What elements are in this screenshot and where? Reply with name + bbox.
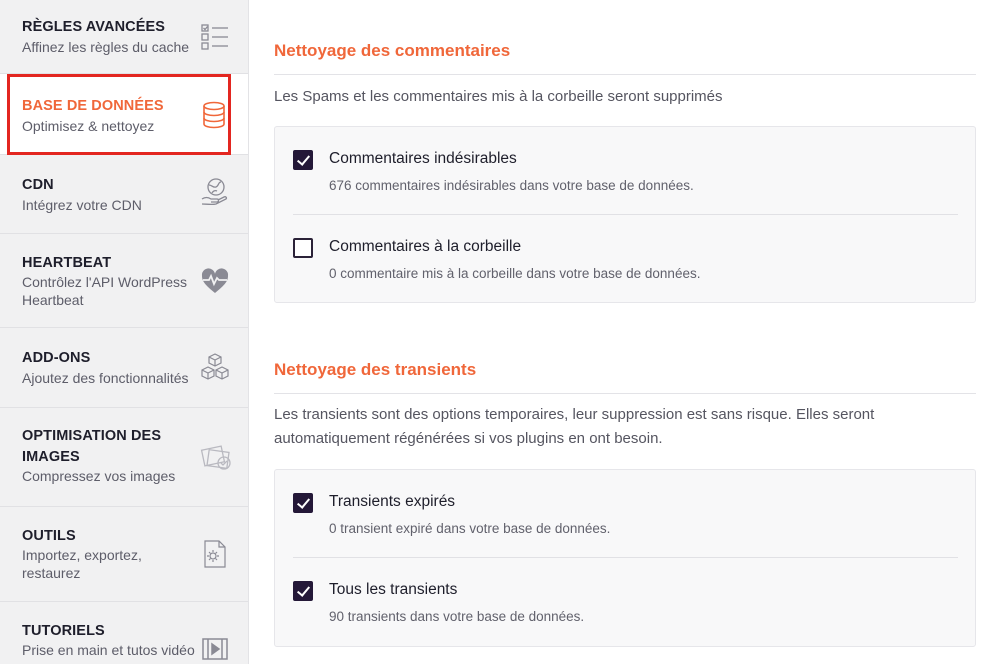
sidebar-item-subtitle: Intégrez votre CDN [22,197,142,213]
video-icon [200,636,230,664]
comments-cleanup-title: Nettoyage des commentaires [274,41,511,60]
sidebar-item-subtitle: Ajoutez des fonctionnalités [22,370,189,386]
sidebar-item-subtitle: Optimisez & nettoyez [22,118,155,134]
sidebar-item-title: TUTORIELS [22,623,105,639]
all-transients-checkbox[interactable] [293,581,313,601]
option-label: Commentaires à la corbeille [329,238,522,255]
sidebar-item-add-ons[interactable]: ADD-ONS Ajoutez des fonctionnalités [0,328,248,408]
sidebar-item-base-de-donnees[interactable]: BASE DE DONNÉES Optimisez & nettoyez [0,74,248,155]
sidebar-item-subtitle: Compressez vos images [22,468,176,484]
expired-transients-checkbox[interactable] [293,493,313,513]
option-all-transients: Tous les transients 90 transients dans v… [293,581,958,631]
section-divider [274,393,976,394]
file-gear-icon [200,539,230,569]
option-divider [293,557,958,558]
option-label: Commentaires indésirables [329,150,517,167]
images-icon [200,442,231,472]
sidebar-item-regles-avancees[interactable]: RÈGLES AVANCÉES Affinez les règles du ca… [0,0,248,74]
sidebar-item-title: HEARTBEAT [22,255,112,271]
sidebar-item-title: CDN [22,177,54,193]
sidebar-item-title: RÈGLES AVANCÉES [22,19,166,35]
sidebar-item-title: OUTILS [22,528,76,544]
list-checks-icon [200,22,230,52]
option-divider [293,214,958,215]
sidebar-item-heartbeat[interactable]: HEARTBEAT Contrôlez l'API WordPress Hear… [0,234,248,328]
sidebar-item-tutoriels[interactable]: TUTORIELS Prise en main et tutos vidéo [0,602,248,664]
spam-comments-checkbox[interactable] [293,150,313,170]
option-trashed-comments: Commentaires à la corbeille 0 commentair… [293,238,958,288]
heartbeat-icon [200,266,230,296]
option-label: Transients expirés [329,493,456,510]
option-description: 0 transient expiré dans votre base de do… [329,521,611,536]
sidebar-item-optimisation-images[interactable]: OPTIMISATION DES IMAGES Compressez vos i… [0,408,248,507]
sidebar-item-subtitle: Prise en main et tutos vidéo [22,642,195,658]
transients-cleanup-description: Les transients sont des options temporai… [274,406,875,447]
comments-cleanup-description: Les Spams et les commentaires mis à la c… [274,88,723,105]
trashed-comments-checkbox[interactable] [293,238,313,258]
section-divider [274,74,976,75]
option-spam-comments: Commentaires indésirables 676 commentair… [293,150,958,200]
option-description: 676 commentaires indésirables dans votre… [329,178,694,193]
sidebar-item-subtitle: Contrôlez l'API WordPress Heartbeat [22,274,188,308]
sidebar-item-outils[interactable]: OUTILS Importez, exportez, restaurez [0,507,248,602]
sidebar-item-subtitle: Importez, exportez, restaurez [22,547,142,581]
sidebar-item-title: BASE DE DONNÉES [22,98,164,114]
sidebar-item-title: OPTIMISATION DES IMAGES [22,428,162,465]
database-settings-content: Nettoyage des commentaires Les Spams et … [274,0,976,664]
globe-hand-icon [200,177,230,207]
sidebar-item-cdn[interactable]: CDN Intégrez votre CDN [0,155,248,234]
sidebar-item-title: ADD-ONS [22,350,91,366]
settings-sidebar: RÈGLES AVANCÉES Affinez les règles du ca… [0,0,249,664]
option-label: Tous les transients [329,581,458,598]
option-expired-transients: Transients expirés 0 transient expiré da… [293,493,958,543]
transients-cleanup-title: Nettoyage des transients [274,360,477,379]
cubes-icon [200,352,230,382]
option-description: 90 transients dans votre base de données… [329,609,585,624]
database-icon [200,100,230,130]
comments-options-panel: Commentaires indésirables 676 commentair… [274,126,976,303]
transients-options-panel: Transients expirés 0 transient expiré da… [274,469,976,647]
sidebar-item-subtitle: Affinez les règles du cache [22,39,190,55]
option-description: 0 commentaire mis à la corbeille dans vo… [329,266,701,281]
